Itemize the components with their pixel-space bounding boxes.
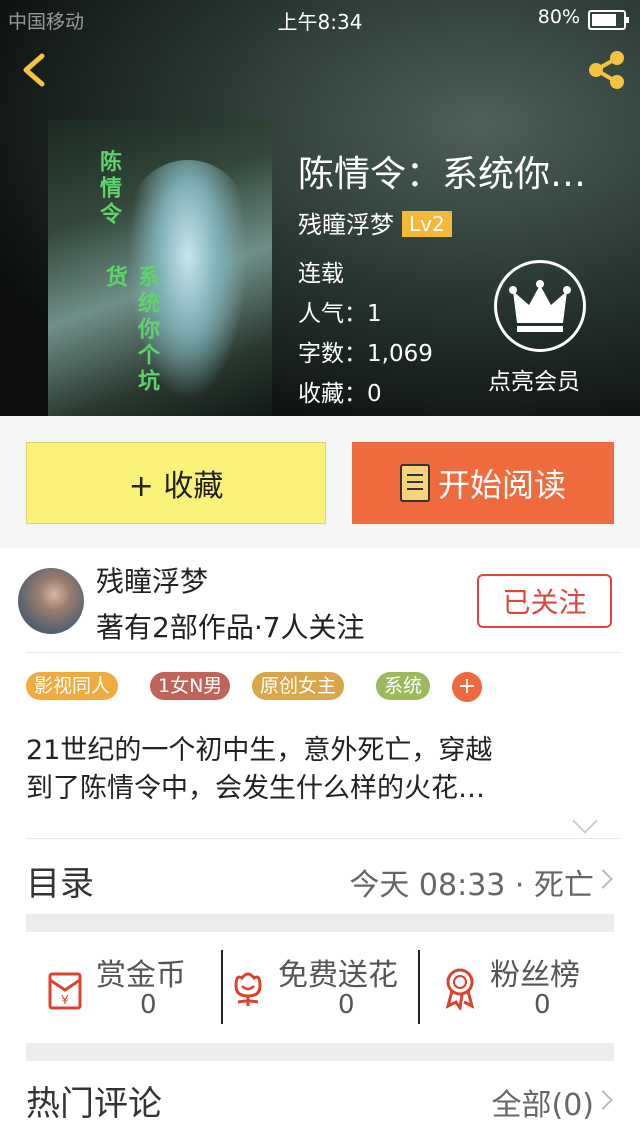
vip-button[interactable] xyxy=(494,260,586,352)
book-cover[interactable]: 陈情令 系统你个坑货 xyxy=(48,120,272,416)
section-divider xyxy=(26,914,614,932)
free-flower-button[interactable]: 免费送花 0 xyxy=(228,950,418,1020)
book-title: 陈情令：系统你… xyxy=(298,154,587,195)
hot-comments-label: 热门评论 xyxy=(26,1084,162,1124)
flower-icon xyxy=(234,972,262,1006)
back-icon[interactable] xyxy=(16,50,56,90)
book-icon xyxy=(399,464,430,502)
book-header: 中国移动 上午8:34 80% 陈情令 系统你个坑货 陈情令：系统你… 残瞳浮梦… xyxy=(0,0,640,416)
fan-ranking-label: 粉丝榜 xyxy=(490,958,580,993)
share-icon[interactable] xyxy=(584,48,628,92)
book-popularity: 人气：1 xyxy=(298,301,382,327)
book-status: 连载 xyxy=(298,261,344,287)
avatar[interactable] xyxy=(18,568,84,634)
more-tags-button[interactable]: + xyxy=(452,672,482,702)
catalog-label[interactable]: 目录 xyxy=(26,856,94,905)
book-author-row: 残瞳浮梦 Lv2 xyxy=(298,205,452,240)
collect-button[interactable]: + 收藏 xyxy=(26,442,326,524)
tag[interactable]: 影视同人 xyxy=(26,672,119,700)
book-word-count: 字数：1,069 xyxy=(298,341,433,367)
svg-text:¥: ¥ xyxy=(61,993,69,1007)
reward-coins-label: 赏金币 xyxy=(96,958,186,993)
book-description[interactable]: 21世纪的一个初中生，意外死亡，穿越 到了陈情令中，会发生什么样的火花… xyxy=(26,732,596,808)
reward-coins-button[interactable]: ¥ 赏金币 0 xyxy=(46,950,216,1020)
fan-ranking-count: 0 xyxy=(534,990,551,1020)
battery-percent: 80% xyxy=(537,6,580,28)
free-flower-count: 0 xyxy=(338,990,355,1020)
free-flower-label: 免费送花 xyxy=(278,958,398,993)
divider xyxy=(26,838,620,839)
tag[interactable]: 1女N男 xyxy=(150,672,231,700)
reward-coins-count: 0 xyxy=(140,990,157,1020)
follow-button[interactable]: 已关注 xyxy=(477,574,612,628)
section-divider xyxy=(26,1043,614,1061)
description-line-2: 到了陈情令中，会发生什么样的火花… xyxy=(26,773,485,804)
cover-subtitle-text: 系统你个坑货 xyxy=(102,265,159,395)
divider xyxy=(26,652,620,653)
description-line-1: 21世纪的一个初中生，意外死亡，穿越 xyxy=(26,735,493,766)
start-reading-button[interactable]: 开始阅读 xyxy=(352,442,614,524)
cover-title-text: 陈情令 xyxy=(96,150,121,228)
crown-icon xyxy=(509,280,571,332)
author-stats: 著有2部作品·7人关注 xyxy=(96,611,365,644)
author-name[interactable]: 残瞳浮梦 xyxy=(96,560,208,600)
tag[interactable]: 原创女主 xyxy=(252,672,345,700)
medal-icon xyxy=(445,968,475,1010)
book-author[interactable]: 残瞳浮梦 xyxy=(298,211,394,239)
red-envelope-icon: ¥ xyxy=(48,972,82,1010)
divider xyxy=(221,950,223,1024)
battery-icon xyxy=(588,10,629,30)
start-reading-label: 开始阅读 xyxy=(437,466,566,504)
status-bar: 中国移动 上午8:34 80% xyxy=(0,0,640,36)
tag[interactable]: 系统 xyxy=(376,672,431,700)
all-comments-link[interactable]: 全部(0) xyxy=(492,1080,595,1124)
fan-ranking-button[interactable]: 粉丝榜 0 xyxy=(440,950,610,1020)
catalog-latest-chapter[interactable]: 今天 08:33 · 死亡 xyxy=(349,860,594,904)
vip-label[interactable]: 点亮会员 xyxy=(488,362,580,396)
book-favorites: 收藏：0 xyxy=(298,381,382,407)
divider xyxy=(418,950,420,1024)
author-level-badge: Lv2 xyxy=(402,211,452,237)
